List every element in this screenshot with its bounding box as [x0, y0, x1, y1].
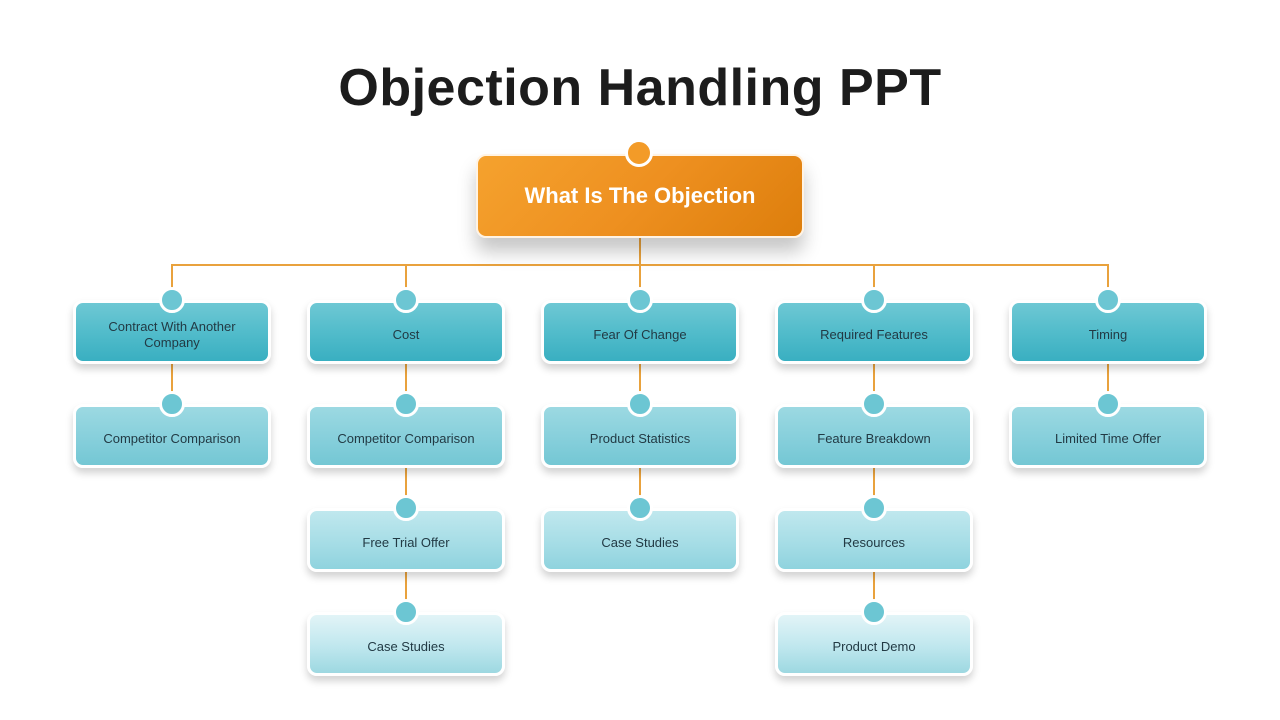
connector-dot: [861, 391, 887, 417]
child-label: Feature Breakdown: [817, 431, 931, 446]
branch-label: Fear Of Change: [593, 327, 687, 342]
child-label: Limited Time Offer: [1055, 431, 1161, 446]
connector-dot: [861, 287, 887, 313]
connector-dot: [393, 287, 419, 313]
connector-dot: [393, 391, 419, 417]
connector-col4-a: [873, 364, 875, 394]
branch-label: Required Features: [820, 327, 928, 342]
child-label: Resources: [842, 535, 906, 550]
connector-col3-a: [639, 364, 641, 394]
connector-col2-b: [405, 468, 407, 498]
connector-branch-5: [1107, 264, 1109, 288]
connector-col5-a: [1107, 364, 1109, 394]
branch-label: Cost: [392, 327, 420, 342]
connector-dot: [627, 495, 653, 521]
connector-root-down: [639, 238, 641, 266]
child-label: Case Studies: [367, 639, 445, 654]
connector-dot: [861, 495, 887, 521]
slide-title: Objection Handling PPT: [338, 59, 942, 117]
connector-col1-a: [171, 364, 173, 394]
connector-dot: [159, 287, 185, 313]
connector-col2-a: [405, 364, 407, 394]
connector-branch-1: [171, 264, 173, 288]
connector-branch-3: [639, 264, 641, 288]
child-label: Product Demo: [832, 639, 916, 654]
connector-dot: [1095, 391, 1121, 417]
child-label: Product Statistics: [589, 431, 691, 446]
root-connector-dot: [625, 139, 653, 167]
connector-dot: [861, 599, 887, 625]
connector-branch-4: [873, 264, 875, 288]
child-label: Case Studies: [601, 535, 679, 550]
connector-dot: [1095, 287, 1121, 313]
child-label: Competitor Comparison: [103, 431, 241, 446]
branch-label: Contract With Another Company: [108, 319, 236, 350]
connector-col3-b: [639, 468, 641, 498]
connector-dot: [393, 495, 419, 521]
child-label: Competitor Comparison: [337, 431, 475, 446]
root-label: What Is The Objection: [524, 183, 756, 208]
connector-col2-c: [405, 572, 407, 602]
connector-dot: [393, 599, 419, 625]
connector-dot: [627, 287, 653, 313]
connector-dot: [159, 391, 185, 417]
connector-dot: [627, 391, 653, 417]
child-label: Free Trial Offer: [362, 535, 450, 550]
connector-col4-b: [873, 468, 875, 498]
connector-col4-c: [873, 572, 875, 602]
branch-label: Timing: [1088, 327, 1128, 342]
connector-branch-2: [405, 264, 407, 288]
